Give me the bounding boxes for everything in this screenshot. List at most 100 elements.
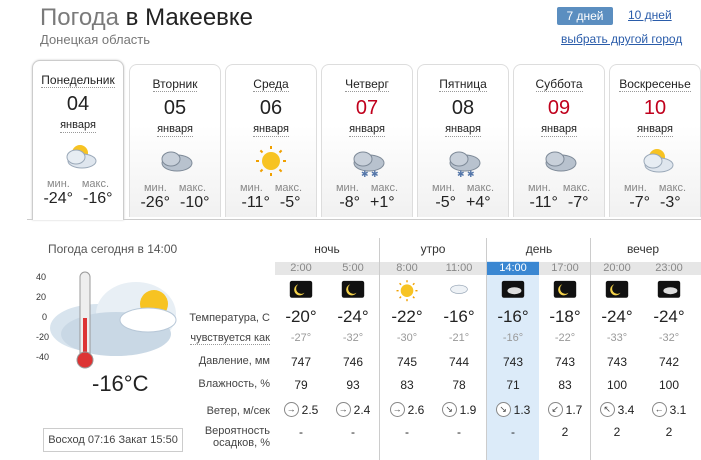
wind-direction-icon: ↘ [495,402,511,417]
sun-times: Восход 07:16 Закат 15:50 [43,428,183,452]
wind-cell: → 2.4 [327,402,379,417]
pressure-cell: 743 [554,355,576,369]
min-label: мин. [623,182,647,194]
day-month: января [349,123,385,137]
min-label: мин. [239,182,263,194]
feel-cell: -21° [448,332,470,344]
moon-icon [603,278,631,307]
min-label: мин. [431,182,455,194]
max-temp: -16° [83,190,113,207]
day-card-Четверг[interactable]: Четверг 07 января ✱ ✱ мин. макс. -8° +1° [321,64,413,217]
current-temperature: -16°C [92,371,149,396]
humidity-cell: 83 [400,378,414,392]
humidity-cell: 100 [658,378,680,392]
day-number: 04 [66,93,90,115]
humidity-cell: 100 [606,378,628,392]
humidity-cell: 71 [506,378,520,392]
day-name: Пятница [439,77,487,92]
day-card-Суббота[interactable]: Суббота 09 января мин. макс. -11° -7° [513,64,605,217]
min-temp: -11° [241,194,270,211]
day-number: 09 [547,97,571,119]
cloud-icon [445,278,473,307]
min-label: мин. [143,182,167,194]
day-month: января [157,123,193,137]
max-label: макс. [274,182,303,194]
precip-cell: - [511,425,515,439]
choose-city-link[interactable]: выбрать другой город [561,32,682,46]
period-1: утро [420,242,446,256]
hour-label: 23:00 [655,262,683,274]
moon-icon [551,278,579,307]
day-month: января [60,119,96,133]
days-tabs: Понедельник 04 января мин. макс. -24° -16°… [27,60,701,220]
humidity-cell: 93 [346,378,360,392]
min-temp: -5° [435,194,456,211]
snow-cloud-icon: ✱ ✱ [322,143,412,182]
max-label: макс. [658,182,687,194]
wind-speed: 3.1 [669,402,687,417]
wind-direction-icon: ↙ [547,402,563,417]
wind-cell: ← 3.1 [643,402,695,417]
max-temp: +1° [369,194,395,211]
row-label-wind: Ветер, м/сек [206,405,270,417]
page-title: Погода в Макеевке [40,4,254,31]
temp-cell: -20° [285,307,317,326]
wind-speed: 3.4 [617,402,635,417]
partly-cloudy-sun-icon [610,143,700,182]
min-label: мин. [527,182,551,194]
day-card-Понедельник[interactable]: Понедельник 04 января мин. макс. -24° -16° [32,60,124,220]
humidity-cell: 78 [452,378,466,392]
pressure-cell: 745 [396,355,418,369]
max-temp: +4° [465,194,491,211]
wind-speed: 2.4 [353,402,371,417]
feel-cell: -32° [658,332,680,344]
day-card-Среда[interactable]: Среда 06 января мин. макс. -11° -5° [225,64,317,217]
day-card-Воскресенье[interactable]: Воскресенье 10 января мин. макс. -7° -3° [609,64,701,217]
partly-cloudy-sun-icon [33,139,123,178]
max-label: макс. [466,182,495,194]
min-temp: -26° [140,194,170,211]
min-label: мин. [46,178,70,190]
hour-label: 5:00 [342,262,364,274]
precip-cell: - [299,425,303,439]
row-label-pressure: Давление, мм [198,355,270,367]
scale-label: -40 [36,352,49,362]
wind-direction-icon: → [335,402,351,417]
pressure-cell: 743 [502,355,524,369]
min-temp: -24° [43,190,73,207]
hour-label: 2:00 [290,262,312,274]
precip-cell: 2 [665,425,673,439]
temp-cell: -18° [549,307,581,326]
region-label: Донецкая область [40,32,151,47]
day-month: января [637,123,673,137]
moon-icon [287,278,315,307]
precip-cell: - [405,425,409,439]
cloud-moon-icon [655,278,683,307]
row-label-feel: чувствуется как [190,332,270,345]
wind-cell: → 2.5 [275,402,327,417]
temp-cell: -22° [391,307,423,326]
wind-direction-icon: ← [651,402,667,417]
seven-days-tab[interactable]: 7 дней [557,7,613,25]
day-card-Вторник[interactable]: Вторник 05 января мин. макс. -26° -10° [129,64,221,217]
pressure-cell: 743 [606,355,628,369]
day-card-Пятница[interactable]: Пятница 08 января ✱ ✱ мин. макс. -5° +4° [417,64,509,217]
day-number: 10 [643,97,667,119]
wind-speed: 2.6 [407,402,425,417]
ten-days-link[interactable]: 10 дней [628,8,672,22]
temp-cell: -16° [443,307,475,326]
min-temp: -11° [529,194,558,211]
wind-cell: ↙ 1.7 [539,402,591,417]
svg-text:✱ ✱: ✱ ✱ [361,169,379,177]
today-title: Погода сегодня в 14:00 [48,242,178,256]
feel-cell: -30° [396,332,418,344]
day-month: января [445,123,481,137]
wind-direction-icon: → [389,402,405,417]
humidity-cell: 79 [294,378,308,392]
day-name: Среда [253,77,289,92]
wind-cell: ↘ 1.3 [487,402,539,417]
period-0: ночь [314,242,340,256]
max-label: макс. [370,182,399,194]
scale-label: 0 [42,312,47,322]
sun-icon [226,143,316,182]
